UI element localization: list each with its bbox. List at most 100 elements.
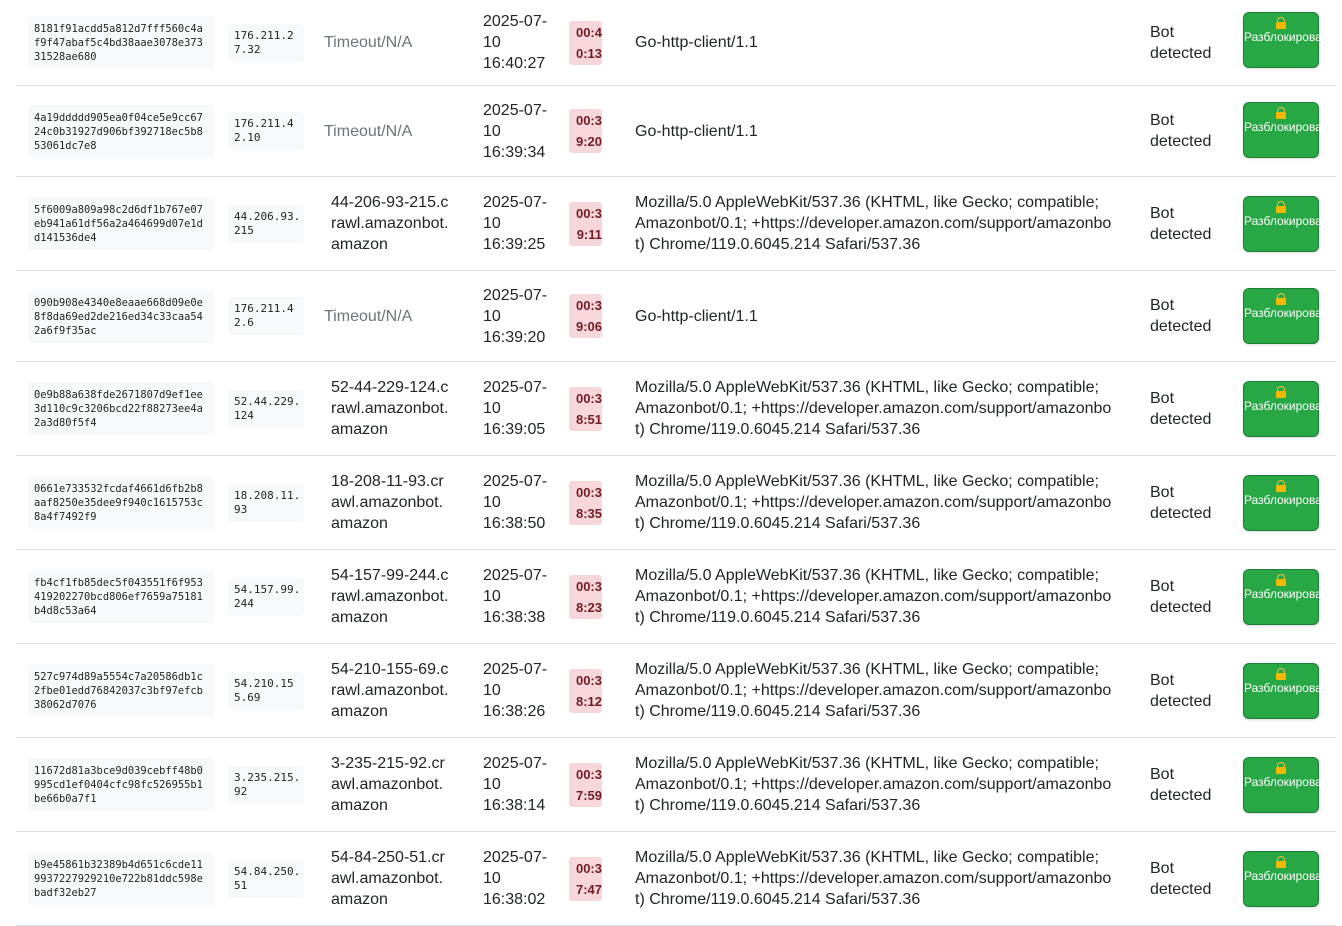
timestamp: 2025-07-10 16:38:02 [483, 849, 548, 908]
table-row: 0661e733532fcdaf4661d6fb2b8aaf8250e35dee… [16, 456, 1336, 550]
table-row: 527c974d89a5554c7a20586db1c2fbe01edd7684… [16, 644, 1336, 738]
hostname: 54-157-99-244.crawl.amazonbot.amazon [331, 567, 449, 626]
unlock-icon [1276, 480, 1286, 492]
unlock-button[interactable]: Разблокировать [1243, 288, 1334, 344]
ip-address: 176.211.27.32 [228, 24, 304, 62]
timestamp: 2025-07-10 16:39:20 [483, 287, 548, 346]
status-text: Bot detected [1150, 484, 1212, 522]
status-text: Bot detected [1150, 112, 1212, 150]
ip-address: 54.210.155.69 [228, 672, 304, 710]
session-hash: 5f6009a809a98c2d6df1b767e07eb941a61df56a… [28, 197, 214, 250]
table-row: b9e45861b32389b4d651c6cde119937227929210… [16, 832, 1336, 926]
unlock-button-label: Разблокировать [1244, 681, 1334, 695]
session-hash: fb4cf1fb85dec5f043551f6f953419202270bcd8… [28, 570, 214, 623]
unlock-button-label: Разблокировать [1244, 493, 1334, 507]
unlock-icon [1276, 386, 1286, 398]
status-text: Bot detected [1150, 766, 1212, 804]
status-text: Bot detected [1150, 860, 1212, 898]
unlock-button[interactable]: Разблокировать [1243, 663, 1334, 719]
hostname: 18-208-11-93.crawl.amazonbot.amazon [331, 473, 444, 532]
unlock-button[interactable]: Разблокировать [1243, 851, 1334, 907]
duration-badge: 00:38:12 [569, 669, 602, 713]
session-hash: 4a19ddddd905ea0f04ce5e9cc6724c0b31927d90… [28, 105, 214, 158]
timestamp: 2025-07-10 16:38:50 [483, 473, 548, 532]
table-row: 11672d81a3bce9d039cebff48b0995cd1ef0404c… [16, 738, 1336, 832]
unlock-button-label: Разблокировать [1244, 30, 1334, 44]
timestamp: 2025-07-10 16:38:14 [483, 755, 548, 814]
unlock-button-label: Разблокировать [1244, 120, 1334, 134]
unlock-button[interactable]: Разблокировать [1243, 475, 1334, 531]
unlock-icon [1276, 574, 1286, 586]
unlock-icon [1276, 856, 1286, 868]
unlock-icon [1276, 107, 1286, 119]
ip-address: 176.211.42.10 [228, 112, 304, 150]
ip-address: 18.208.11.93 [228, 484, 304, 522]
user-agent: Go-http-client/1.1 [635, 123, 758, 140]
timestamp: 2025-07-10 16:39:25 [483, 194, 548, 253]
user-agent: Mozilla/5.0 AppleWebKit/537.36 (KHTML, l… [635, 755, 1112, 814]
duration-badge: 00:39:11 [569, 202, 602, 246]
unlock-button[interactable]: Разблокировать [1243, 196, 1334, 252]
table-row: 5f6009a809a98c2d6df1b767e07eb941a61df56a… [16, 177, 1336, 271]
status-text: Bot detected [1150, 672, 1212, 710]
unlock-icon [1276, 668, 1286, 680]
unlock-icon [1276, 762, 1286, 774]
table-row: fb4cf1fb85dec5f043551f6f953419202270bcd8… [16, 550, 1336, 644]
ip-address: 3.235.215.92 [228, 766, 304, 804]
timestamp: 2025-07-10 16:40:27 [483, 13, 548, 72]
user-agent: Mozilla/5.0 AppleWebKit/537.36 (KHTML, l… [635, 567, 1112, 626]
hostname: 54-84-250-51.crawl.amazonbot.amazon [331, 849, 445, 908]
hostname: 3-235-215-92.crawl.amazonbot.amazon [331, 755, 445, 814]
unlock-button-label: Разблокировать [1244, 306, 1334, 320]
user-agent: Go-http-client/1.1 [635, 308, 758, 325]
unlock-button-label: Разблокировать [1244, 399, 1334, 413]
ip-address: 176.211.42.6 [228, 297, 304, 335]
unlock-icon [1276, 293, 1286, 305]
user-agent: Mozilla/5.0 AppleWebKit/537.36 (KHTML, l… [635, 661, 1112, 720]
session-hash: 8181f91acdd5a812d7fff560c4af9f47abaf5c4b… [28, 16, 214, 69]
ip-address: 52.44.229.124 [228, 390, 304, 428]
hostname: Timeout/N/A [324, 308, 413, 325]
unlock-button[interactable]: Разблокировать [1243, 12, 1334, 68]
status-text: Bot detected [1150, 297, 1212, 335]
duration-badge: 00:38:23 [569, 575, 602, 619]
unlock-icon [1276, 17, 1286, 29]
hostname: 54-210-155-69.crawl.amazonbot.amazon [331, 661, 449, 720]
duration-badge: 00:39:20 [569, 109, 602, 153]
unlock-button-label: Разблокировать [1244, 587, 1334, 601]
hostname: Timeout/N/A [324, 123, 413, 140]
status-text: Bot detected [1150, 578, 1212, 616]
session-hash: 0661e733532fcdaf4661d6fb2b8aaf8250e35dee… [28, 476, 214, 529]
unlock-button-label: Разблокировать [1244, 214, 1334, 228]
unlock-button[interactable]: Разблокировать [1243, 569, 1334, 625]
unlock-button-label: Разблокировать [1244, 869, 1334, 883]
timestamp: 2025-07-10 16:38:38 [483, 567, 548, 626]
duration-badge: 00:38:35 [569, 481, 602, 525]
unlock-button[interactable]: Разблокировать [1243, 757, 1334, 813]
user-agent: Go-http-client/1.1 [635, 34, 758, 51]
unlock-button[interactable]: Разблокировать [1243, 381, 1334, 437]
user-agent: Mozilla/5.0 AppleWebKit/537.36 (KHTML, l… [635, 379, 1112, 438]
hostname: 52-44-229-124.crawl.amazonbot.amazon [331, 379, 449, 438]
ip-address: 44.206.93.215 [228, 205, 304, 243]
unlock-button[interactable]: Разблокировать [1243, 102, 1334, 158]
table-row: 0e9b88a638fde2671807d9ef1ee3d110c9c3206b… [16, 362, 1336, 456]
user-agent: Mozilla/5.0 AppleWebKit/537.36 (KHTML, l… [635, 473, 1112, 532]
duration-badge: 00:38:51 [569, 387, 602, 431]
ip-address: 54.84.250.51 [228, 860, 304, 898]
table-row: 4a19ddddd905ea0f04ce5e9cc6724c0b31927d90… [16, 86, 1336, 177]
duration-badge: 00:39:06 [569, 294, 602, 338]
hostname: 44-206-93-215.crawl.amazonbot.amazon [331, 194, 449, 253]
user-agent: Mozilla/5.0 AppleWebKit/537.36 (KHTML, l… [635, 194, 1112, 253]
unlock-button-label: Разблокировать [1244, 775, 1334, 789]
duration-badge: 00:37:47 [569, 857, 602, 901]
duration-badge: 00:37:59 [569, 763, 602, 807]
table-row: 090b908e4340e8eaae668d09e0e8f8da69ed2de2… [16, 271, 1336, 362]
timestamp: 2025-07-10 16:39:05 [483, 379, 548, 438]
status-text: Bot detected [1150, 390, 1212, 428]
session-hash: b9e45861b32389b4d651c6cde119937227929210… [28, 852, 214, 905]
session-hash: 11672d81a3bce9d039cebff48b0995cd1ef0404c… [28, 758, 214, 811]
session-hash: 527c974d89a5554c7a20586db1c2fbe01edd7684… [28, 664, 214, 717]
hostname: Timeout/N/A [324, 34, 413, 51]
duration-badge: 00:40:13 [569, 21, 602, 65]
